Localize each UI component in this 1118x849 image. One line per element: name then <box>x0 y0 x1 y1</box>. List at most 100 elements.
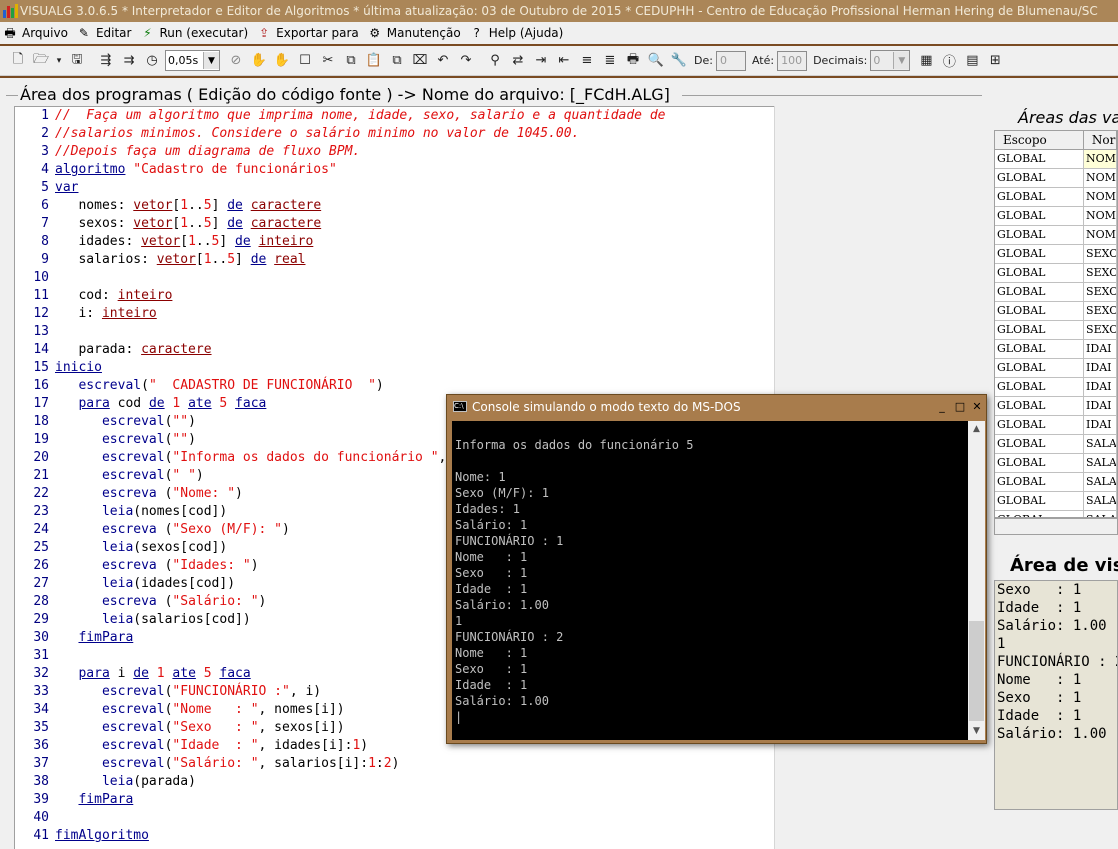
cut-icon[interactable]: ✂ <box>318 51 338 71</box>
code-line[interactable]: 7 sexos: vetor[1..5] de caractere <box>15 215 321 233</box>
code-line[interactable]: 21 escreval(" ") <box>15 467 203 485</box>
variable-row[interactable]: GLOBAL IDAI <box>995 359 1117 378</box>
variable-row[interactable]: GLOBAL NOMI <box>995 226 1117 245</box>
variable-row[interactable]: GLOBAL IDAI <box>995 416 1117 435</box>
minimize-icon[interactable]: _ <box>935 399 949 414</box>
print-icon[interactable]: 🖶 <box>623 51 643 71</box>
col-escopo[interactable]: Escopo <box>995 131 1084 149</box>
code-line[interactable]: 2 //salarios minimos. Considere o salário… <box>15 125 579 143</box>
variable-row[interactable]: GLOBAL SEXO <box>995 245 1117 264</box>
menu-run[interactable]: ⚡ Run (executar) <box>137 22 254 44</box>
menu-arquivo[interactable]: 🖶 Arquivo <box>0 22 74 44</box>
code-line[interactable]: 27 leia(idades[cod]) <box>15 575 235 593</box>
code-line[interactable]: 11 cod: inteiro <box>15 287 172 305</box>
clear-icon[interactable]: ⌧ <box>410 51 430 71</box>
code-line[interactable]: 35 escreval("Sexo : ", sexos[i]) <box>15 719 344 737</box>
menu-editar[interactable]: ✎ Editar <box>74 22 138 44</box>
find-icon[interactable]: ⚲ <box>485 51 505 71</box>
code-line[interactable]: 33 escreval("FUNCIONÁRIO :", i) <box>15 683 321 701</box>
uncomment-icon[interactable]: ≣ <box>600 51 620 71</box>
variable-row[interactable]: GLOBAL SEXO <box>995 283 1117 302</box>
variable-row[interactable]: GLOBAL NOMI <box>995 207 1117 226</box>
menu-manutencao[interactable]: ⚙ Manutenção <box>365 22 467 44</box>
variable-row[interactable]: GLOBAL IDAI <box>995 378 1117 397</box>
comment-icon[interactable]: ≡ <box>577 51 597 71</box>
copy-icon[interactable]: ⧉ <box>341 51 361 71</box>
variable-row[interactable]: GLOBALSALA <box>995 435 1117 454</box>
tools-icon[interactable]: 🔧 <box>669 51 689 71</box>
open-dropdown-icon[interactable]: ▾ <box>54 51 64 71</box>
code-line[interactable]: 8 idades: vetor[1..5] de inteiro <box>15 233 313 251</box>
menu-exportar[interactable]: ⇪ Exportar para <box>254 22 365 44</box>
close-icon[interactable]: ✕ <box>970 399 984 414</box>
de-input[interactable]: 0 <box>715 50 746 71</box>
col-nome[interactable]: Nor <box>1084 131 1117 149</box>
code-line[interactable]: 41 fimAlgoritmo <box>15 827 149 845</box>
new-file-icon[interactable]: 🗋 <box>8 51 28 71</box>
code-line[interactable]: 25 leia(sexos[cod]) <box>15 539 227 557</box>
console-vertical-scrollbar[interactable]: ▲ ▼ <box>968 421 985 740</box>
unindent-icon[interactable]: ⇤ <box>554 51 574 71</box>
scroll-down-icon[interactable]: ▼ <box>968 723 985 740</box>
variable-row[interactable]: GLOBAL NOMI <box>995 169 1117 188</box>
timed-run-icon[interactable]: ⇉ <box>119 51 139 71</box>
breakpoint-icon[interactable]: ✋ <box>272 51 292 71</box>
code-line[interactable]: 3 //Depois faça um diagrama de fluxo BPM. <box>15 143 360 161</box>
calculator-icon[interactable]: ▤ <box>962 51 982 71</box>
code-line[interactable]: 12 i: inteiro <box>15 305 156 323</box>
grid-icon[interactable]: ⊞ <box>985 51 1005 71</box>
code-line[interactable]: 38 leia(parada) <box>15 773 196 791</box>
code-line[interactable]: 18 escreval("") <box>15 413 196 431</box>
code-line[interactable]: 19 escreval("") <box>15 431 196 449</box>
code-line[interactable]: 39 fimPara <box>15 791 133 809</box>
console-screen[interactable]: Informa os dados do funcionário 5 Nome: 1… <box>452 421 968 740</box>
code-line[interactable]: 15 inicio <box>15 359 102 377</box>
save-icon[interactable]: 🖫 <box>67 51 87 71</box>
variable-row[interactable]: GLOBAL NOMI <box>995 150 1117 169</box>
code-line[interactable]: 40 <box>15 809 55 827</box>
paste-icon[interactable]: 📋 <box>364 51 384 71</box>
redo-icon[interactable]: ↷ <box>456 51 476 71</box>
menu-help[interactable]: ? Help (Ajuda) <box>467 22 570 44</box>
variable-row[interactable]: GLOBAL SEXO <box>995 264 1117 283</box>
toggle-breakpoint-icon[interactable]: ☐ <box>295 51 315 71</box>
variable-row[interactable]: GLOBALSALA <box>995 511 1117 517</box>
undo-icon[interactable]: ↶ <box>433 51 453 71</box>
code-line[interactable]: 14 parada: caractere <box>15 341 211 359</box>
code-line[interactable]: 37 escreval("Salário: ", salarios[i]:1:2… <box>15 755 399 773</box>
code-line[interactable]: 9 salarios: vetor[1..5] de real <box>15 251 305 269</box>
code-line[interactable]: 6 nomes: vetor[1..5] de caractere <box>15 197 321 215</box>
scroll-up-icon[interactable]: ▲ <box>968 421 985 438</box>
variable-row[interactable]: GLOBALSALA <box>995 454 1117 473</box>
variable-row[interactable]: GLOBALSALA <box>995 473 1117 492</box>
code-line[interactable]: 26 escreva ("Idades: ") <box>15 557 258 575</box>
open-folder-icon[interactable]: 🗁 <box>31 51 51 71</box>
variable-row[interactable]: GLOBAL SEXO <box>995 302 1117 321</box>
clock-icon[interactable]: ◷ <box>142 51 162 71</box>
code-line[interactable]: 1 // Faça um algoritmo que imprima nome, … <box>15 107 665 125</box>
variable-row[interactable]: GLOBAL NOMI <box>995 188 1117 207</box>
variable-row[interactable]: GLOBAL IDAI <box>995 340 1117 359</box>
preview-icon[interactable]: 🔍 <box>646 51 666 71</box>
code-line[interactable]: 20 escreval("Informa os dados do funcion… <box>15 449 485 467</box>
code-line[interactable]: 4 algoritmo "Cadastro de funcionários" <box>15 161 337 179</box>
code-line[interactable]: 31 <box>15 647 55 665</box>
code-line[interactable]: 22 escreva ("Nome: ") <box>15 485 243 503</box>
ate-input[interactable]: 100 <box>777 50 808 71</box>
decimais-dropdown[interactable]: 0 ▼ <box>870 50 911 71</box>
timer-dropdown[interactable]: 0,05s ▼ <box>165 50 220 71</box>
copy-block-icon[interactable]: ⧉ <box>387 51 407 71</box>
code-line[interactable]: 23 leia(nomes[cod]) <box>15 503 227 521</box>
info-icon[interactable]: ⓘ <box>939 51 959 71</box>
code-line[interactable]: 28 escreva ("Salário: ") <box>15 593 266 611</box>
stop-icon[interactable]: ⊘ <box>226 51 246 71</box>
variable-row[interactable]: GLOBAL SEXO <box>995 321 1117 340</box>
code-line[interactable]: 16 escreval(" CADASTRO DE FUNCIONÁRIO ") <box>15 377 383 395</box>
code-line[interactable]: 36 escreval("Idade : ", idades[i]:1) <box>15 737 368 755</box>
code-line[interactable]: 30 fimPara <box>15 629 133 647</box>
variable-row[interactable]: GLOBALSALA <box>995 492 1117 511</box>
code-line[interactable]: 13 <box>15 323 55 341</box>
hand-icon[interactable]: ✋ <box>249 51 269 71</box>
code-line[interactable]: 29 leia(salarios[cod]) <box>15 611 250 629</box>
code-line[interactable]: 32 para i de 1 ate 5 faca <box>15 665 250 683</box>
